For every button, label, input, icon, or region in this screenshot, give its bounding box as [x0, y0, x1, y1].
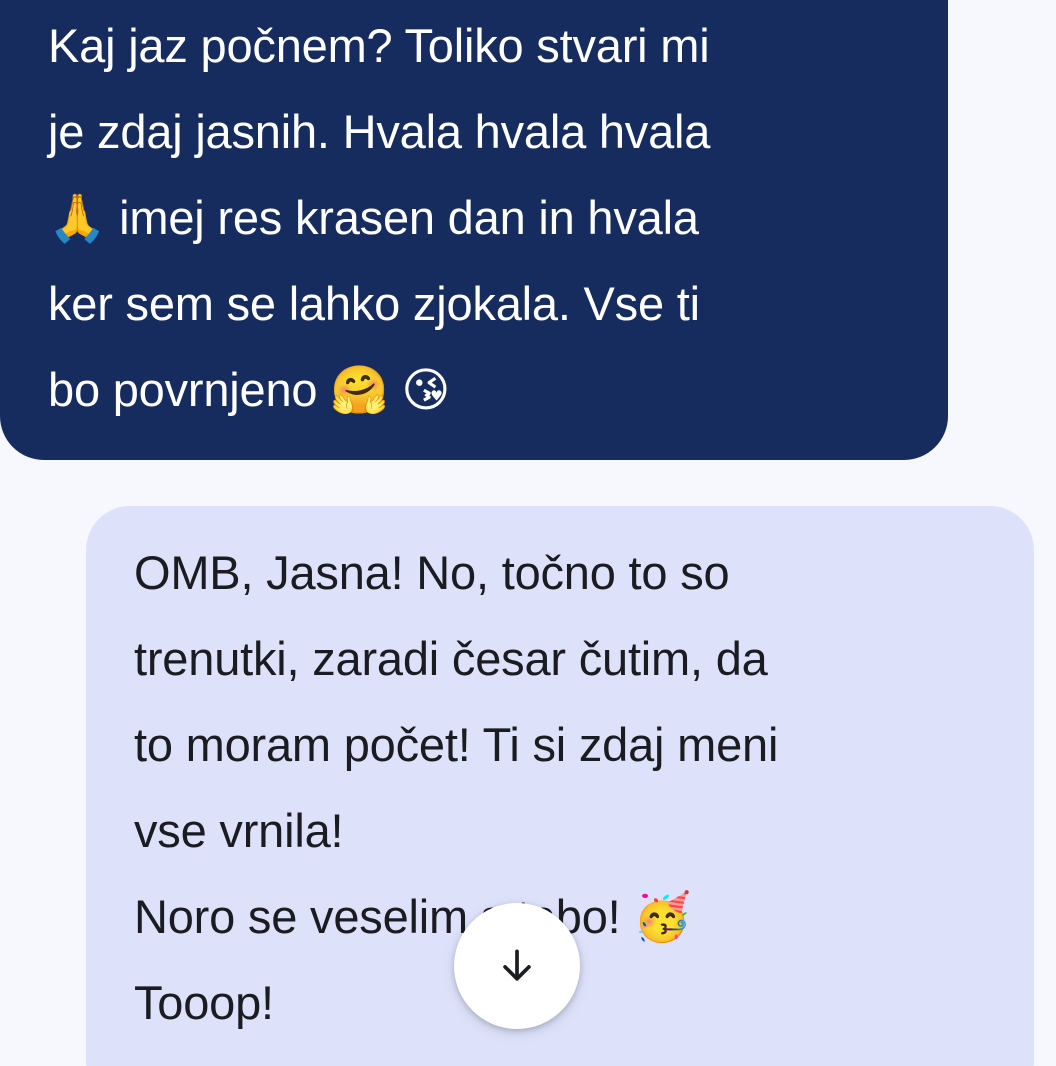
scroll-to-bottom-button[interactable]: [454, 903, 580, 1029]
message-bubble-sent[interactable]: Kaj jaz počnem? Toliko stvari mi je zdaj…: [0, 0, 948, 460]
arrow-down-icon: [503, 949, 531, 981]
